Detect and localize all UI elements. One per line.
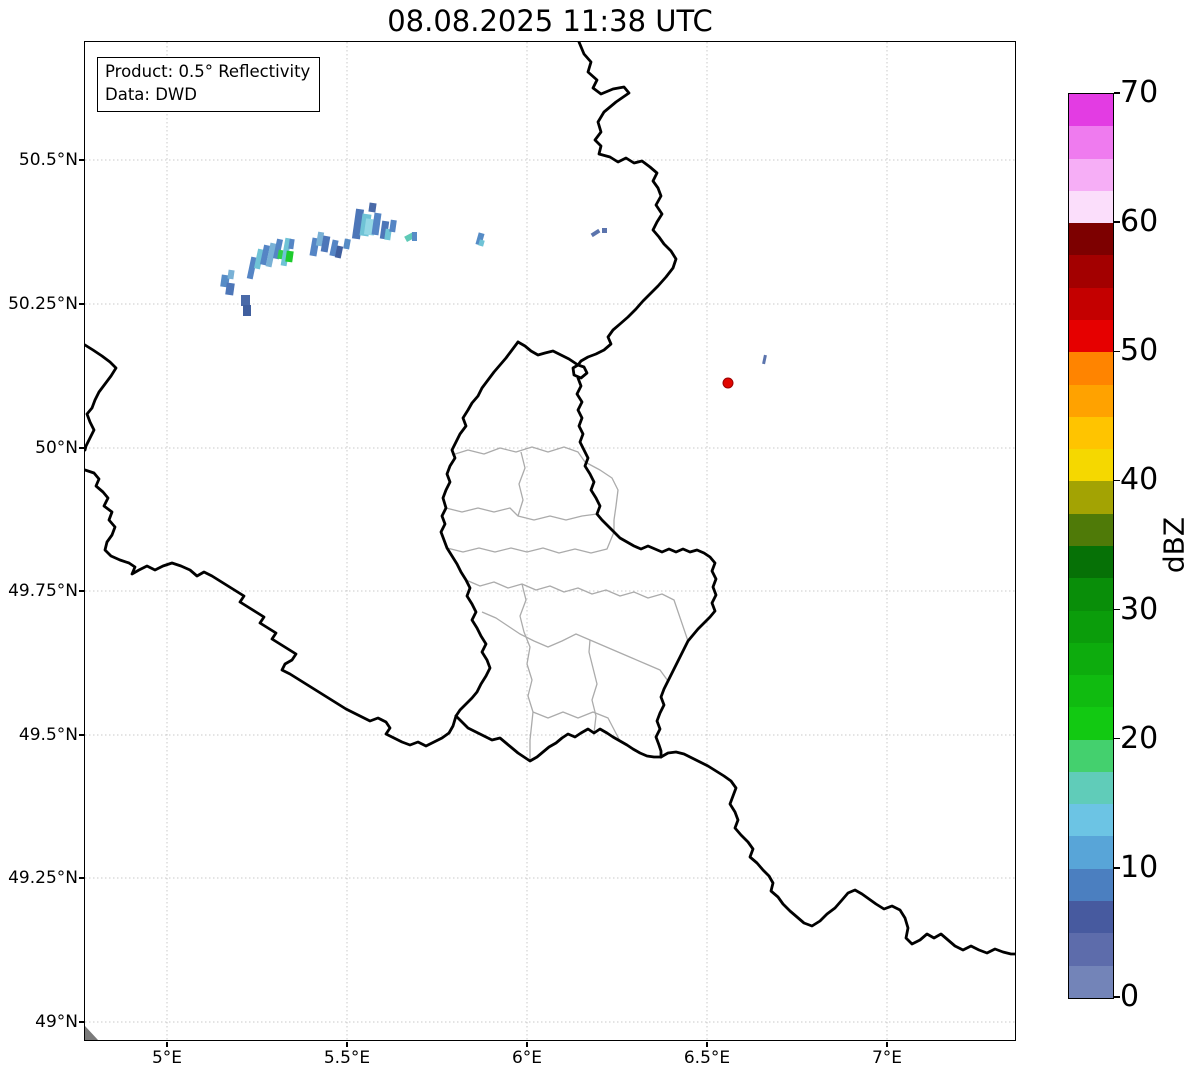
radar-echo-cell	[368, 202, 377, 213]
colorbar-segment	[1069, 416, 1113, 450]
colorbar-tick-label: 60	[1120, 204, 1159, 240]
colorbar-segment	[1069, 126, 1113, 159]
national-border-line	[659, 750, 1015, 956]
y-axis-tick	[79, 734, 84, 736]
radar-echo-cell	[227, 269, 235, 280]
x-axis-tick	[346, 1042, 348, 1047]
radar-figure: 08.08.2025 11:38 UTC Product: 0.5° Refle…	[0, 0, 1202, 1081]
x-axis-label: 5.5°E	[323, 1048, 371, 1068]
colorbar-segment	[1069, 933, 1113, 966]
x-axis-label: 6.5°E	[683, 1048, 731, 1068]
national-border-line	[85, 468, 458, 748]
colorbar-segment	[1069, 642, 1113, 676]
canton-border-line	[445, 507, 598, 521]
canton-border-line	[451, 446, 586, 463]
product-label: Product: 0.5° Reflectivity	[105, 62, 311, 81]
colorbar	[1068, 93, 1114, 999]
national-border-line	[85, 343, 118, 452]
national-border-line	[575, 376, 718, 759]
colorbar-tick-label: 40	[1120, 462, 1159, 498]
canton-border-line	[517, 451, 526, 517]
y-axis-tick	[79, 590, 84, 592]
colorbar-segment	[1069, 545, 1113, 579]
colorbar-segment	[1069, 707, 1113, 740]
y-axis-label: 49.5°N	[18, 725, 78, 745]
canton-border-line	[481, 611, 669, 682]
radar-echo-cell	[225, 282, 235, 296]
y-axis-tick	[79, 303, 84, 305]
colorbar-tick-label: 30	[1120, 591, 1159, 627]
x-axis-tick	[166, 1042, 168, 1047]
colorbar-segment	[1069, 287, 1113, 320]
national-border-line	[571, 363, 589, 380]
colorbar-segment	[1069, 223, 1113, 256]
y-axis-label: 50.25°N	[8, 294, 78, 314]
y-axis-tick	[79, 447, 84, 449]
colorbar-tick-label: 20	[1120, 720, 1159, 756]
colorbar-segment	[1069, 578, 1113, 611]
colorbar-segment	[1069, 255, 1113, 288]
colorbar-segment	[1069, 158, 1113, 191]
figure-title: 08.08.2025 11:38 UTC	[387, 4, 713, 38]
x-axis-tick	[706, 1042, 708, 1047]
national-border-line	[454, 714, 663, 763]
x-axis-label: 5°E	[151, 1048, 183, 1068]
y-axis-label: 50°N	[35, 438, 78, 458]
colorbar-tick-label: 70	[1120, 75, 1159, 110]
data-source-label: Data: DWD	[105, 85, 197, 105]
colorbar-segment	[1069, 675, 1113, 708]
x-axis-label: 6°E	[511, 1048, 543, 1068]
radar-echo-cell	[602, 228, 607, 233]
map-svg	[85, 42, 1015, 1040]
radar-echo-cell	[412, 232, 417, 241]
x-axis-tick	[526, 1042, 528, 1047]
canton-border-line	[446, 531, 615, 554]
border-corner-wedge	[85, 1026, 98, 1040]
y-axis-tick	[79, 159, 84, 161]
canton-border-line	[465, 579, 689, 642]
national-border-line	[439, 340, 520, 718]
x-axis-tick	[886, 1042, 888, 1047]
colorbar-segment	[1069, 513, 1113, 546]
y-axis-label: 49.25°N	[8, 868, 78, 888]
national-border-line	[516, 340, 580, 367]
y-axis-tick	[79, 877, 84, 879]
radar-echo-cell	[762, 354, 767, 365]
colorbar-segment	[1069, 384, 1113, 417]
colorbar-segment	[1069, 901, 1113, 934]
y-axis-label: 50.5°N	[18, 150, 78, 170]
colorbar-segment	[1069, 610, 1113, 643]
colorbar-tick-label: 50	[1120, 333, 1159, 369]
radar-echo-cell	[371, 212, 382, 236]
colorbar-segment	[1069, 739, 1113, 772]
radar-echo-cell	[343, 238, 351, 250]
colorbar-segment	[1069, 868, 1113, 902]
colorbar-segment	[1069, 771, 1113, 805]
y-axis-label: 49°N	[35, 1012, 78, 1032]
national-border-line	[576, 42, 678, 367]
radar-echo-cell	[389, 219, 397, 233]
product-info-box: Product: 0.5° Reflectivity Data: DWD	[97, 57, 321, 112]
radar-echo-cell	[590, 228, 601, 238]
radar-echo-cell	[241, 295, 250, 306]
colorbar-segment	[1069, 190, 1113, 224]
x-axis-label: 7°E	[871, 1048, 903, 1068]
y-axis-tick	[79, 1021, 84, 1023]
colorbar-segment	[1069, 449, 1113, 482]
colorbar-segment	[1069, 94, 1113, 127]
colorbar-segment	[1069, 965, 1113, 998]
colorbar-tick-label: 0	[1120, 979, 1140, 1014]
colorbar-segment	[1069, 481, 1113, 514]
colorbar-segment	[1069, 836, 1113, 869]
colorbar-unit-label: dBZ	[1157, 516, 1191, 574]
radar-station-marker	[722, 377, 734, 389]
colorbar-segment	[1069, 804, 1113, 837]
y-axis-label: 49.75°N	[8, 581, 78, 601]
canton-border-line	[588, 639, 598, 734]
colorbar-tick-label: 10	[1120, 849, 1159, 885]
radar-echo-cell	[243, 305, 251, 316]
colorbar-segment	[1069, 352, 1113, 385]
colorbar-segment	[1069, 319, 1113, 353]
